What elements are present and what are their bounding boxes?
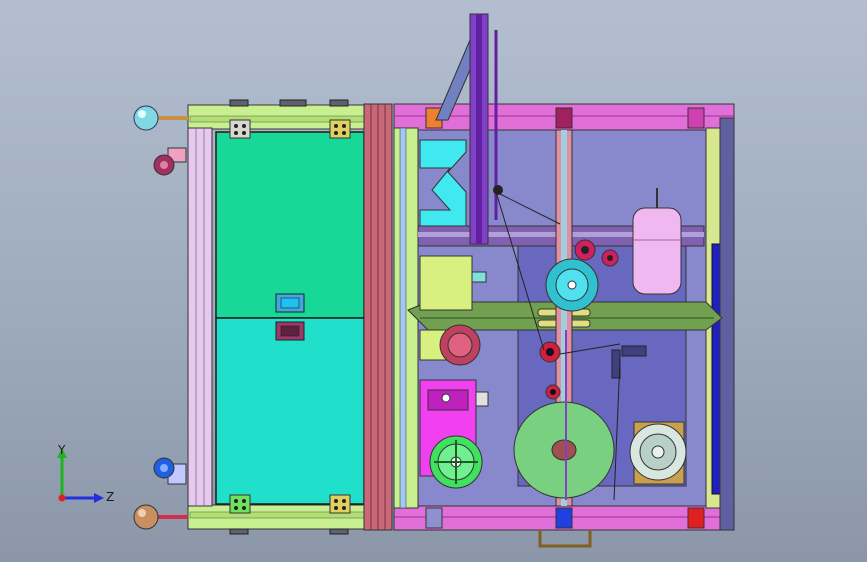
bottom-block: [329, 528, 349, 535]
x-axis-origin: [58, 494, 66, 502]
z-axis-label: Z: [106, 490, 114, 504]
lower-panel[interactable]: [215, 317, 365, 505]
upper-panel[interactable]: [215, 131, 365, 319]
left-post: [187, 127, 213, 507]
hinge: [329, 494, 351, 514]
bottom-handle[interactable]: [538, 530, 592, 548]
cad-model-view[interactable]: [0, 0, 867, 562]
y-axis-label: Y: [57, 443, 66, 457]
accent-block: [555, 107, 573, 129]
bottom-block: [229, 528, 249, 535]
axis-triad: Y Z: [57, 443, 114, 504]
spool-icon[interactable]: [545, 258, 599, 312]
accent-block: [555, 507, 573, 529]
handwheel-icon[interactable]: [429, 435, 483, 489]
hinge: [229, 119, 251, 139]
upper-left-box: [419, 255, 473, 311]
top-block: [279, 99, 307, 107]
gear-icon[interactable]: [601, 249, 619, 267]
hinge: [329, 119, 351, 139]
hinge: [229, 494, 251, 514]
left-cabinet[interactable]: [187, 99, 393, 535]
top-block: [329, 99, 349, 107]
top-block: [229, 99, 249, 107]
sphere-handle-icon[interactable]: [133, 504, 159, 530]
accent-block: [425, 507, 443, 529]
accent-block: [687, 107, 705, 129]
caster-wheel-icon[interactable]: [153, 147, 187, 176]
left-hardware[interactable]: [133, 105, 188, 530]
sphere-handle-icon[interactable]: [133, 105, 159, 131]
caster-wheel-icon[interactable]: [153, 457, 187, 485]
motor-icon[interactable]: [629, 421, 687, 485]
gear-icon[interactable]: [574, 239, 596, 261]
cad-viewport[interactable]: Y Z: [0, 0, 867, 562]
accent-block-red: [687, 507, 705, 529]
gear-icon[interactable]: [545, 384, 561, 400]
right-frame[interactable]: [393, 13, 735, 548]
spool-icon[interactable]: [513, 401, 615, 499]
